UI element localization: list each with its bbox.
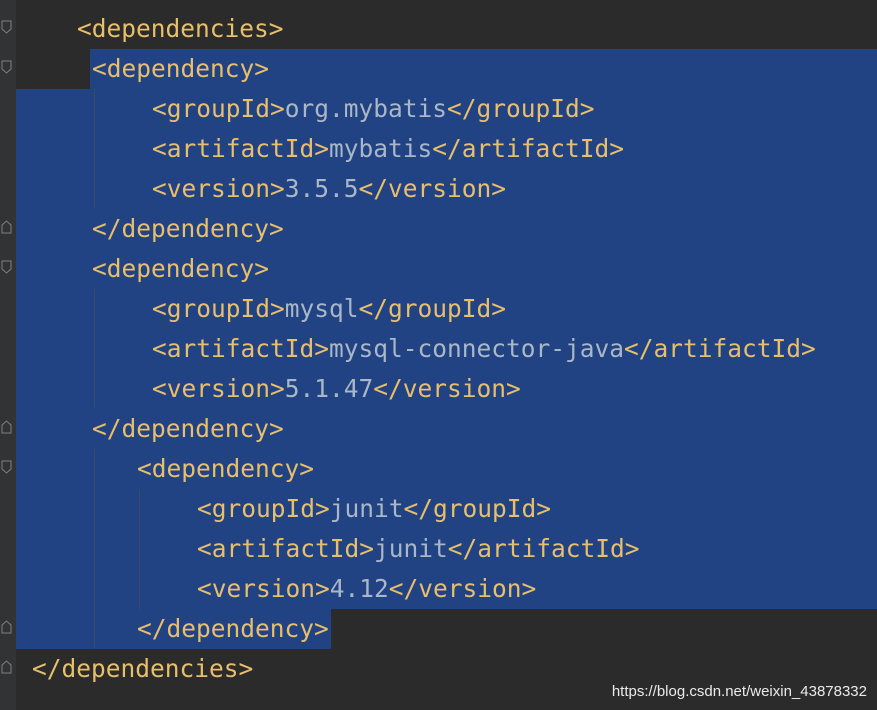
indent-guide (139, 489, 140, 609)
xml-tag: <version> (152, 374, 285, 403)
code-line[interactable]: <version>3.5.5</version> (152, 169, 506, 209)
xml-tag: </groupId> (447, 94, 595, 123)
xml-tag: </artifactId> (624, 334, 816, 363)
code-line[interactable]: <version>5.1.47</version> (152, 369, 521, 409)
code-line[interactable]: </dependency> (92, 209, 284, 249)
xml-tag: <version> (152, 174, 285, 203)
code-line[interactable]: <artifactId>mybatis</artifactId> (152, 129, 624, 169)
code-line[interactable]: <artifactId>junit</artifactId> (197, 529, 640, 569)
code-line[interactable]: <dependency> (92, 49, 269, 89)
fold-marker-icon[interactable] (1, 420, 12, 434)
xml-tag: </artifactId> (432, 134, 625, 163)
code-line[interactable]: <version>4.12</version> (197, 569, 536, 609)
xml-text: 4.12 (329, 574, 389, 603)
indent-guide (94, 289, 95, 409)
watermark-url: https://blog.csdn.net/weixin_43878332 (611, 683, 867, 700)
code-line[interactable]: </dependencies> (32, 649, 253, 689)
xml-tag: <artifactId> (152, 134, 330, 163)
fold-marker-icon[interactable] (1, 460, 12, 474)
xml-text: junit (329, 494, 404, 523)
code-line[interactable]: <dependency> (92, 249, 269, 289)
xml-tag: <version> (197, 574, 330, 603)
xml-tag: <groupId> (152, 94, 285, 123)
xml-tag: </version> (388, 574, 537, 603)
xml-tag: <dependency> (92, 54, 270, 83)
code-line[interactable]: <dependency> (137, 449, 314, 489)
xml-tag: </version> (358, 174, 507, 203)
code-line[interactable]: <groupId>junit</groupId> (197, 489, 551, 529)
code-line[interactable]: <groupId>mysql</groupId> (152, 289, 506, 329)
xml-text: mysql (284, 294, 359, 323)
code-line[interactable]: <groupId>org.mybatis</groupId> (152, 89, 595, 129)
xml-tag: <groupId> (152, 294, 285, 323)
xml-tag: <artifactId> (197, 534, 375, 563)
xml-tag: </dependencies> (32, 654, 254, 683)
xml-text: org.mybatis (284, 94, 448, 123)
xml-tag: </version> (373, 374, 521, 403)
indent-guide (94, 449, 95, 649)
xml-tag: </artifactId> (447, 534, 640, 563)
fold-marker-icon[interactable] (1, 620, 12, 634)
xml-tag: <dependencies> (77, 14, 284, 43)
xml-tag: <groupId> (197, 494, 330, 523)
xml-tag: </groupId> (403, 494, 552, 523)
xml-tag: </dependency> (92, 214, 284, 243)
xml-text: 3.5.5 (284, 174, 359, 203)
xml-tag: </dependency> (92, 414, 284, 443)
indent-guide (94, 89, 95, 209)
code-line[interactable]: </dependency> (137, 609, 329, 649)
code-line[interactable]: <dependencies> (77, 9, 284, 49)
xml-tag: </groupId> (358, 294, 507, 323)
xml-text: mybatis (329, 134, 433, 163)
xml-tag: <dependency> (92, 254, 270, 283)
xml-text: junit (374, 534, 448, 563)
fold-marker-icon[interactable] (1, 220, 12, 234)
fold-marker-icon[interactable] (1, 260, 12, 274)
editor-gutter (0, 0, 16, 710)
fold-marker-icon[interactable] (1, 20, 12, 34)
code-line[interactable]: <artifactId>mysql-connector-java</artifa… (152, 329, 816, 369)
xml-tag: </dependency> (137, 614, 329, 643)
fold-marker-icon[interactable] (1, 660, 12, 674)
fold-marker-icon[interactable] (1, 60, 12, 74)
xml-text: 5.1.47 (284, 374, 374, 403)
code-line[interactable]: </dependency> (92, 409, 284, 449)
xml-text: mysql-connector-java (329, 334, 625, 363)
xml-tag: <dependency> (137, 454, 315, 483)
code-editor[interactable]: <dependencies> <dependency> <groupId>org… (0, 0, 877, 710)
xml-tag: <artifactId> (152, 334, 330, 363)
